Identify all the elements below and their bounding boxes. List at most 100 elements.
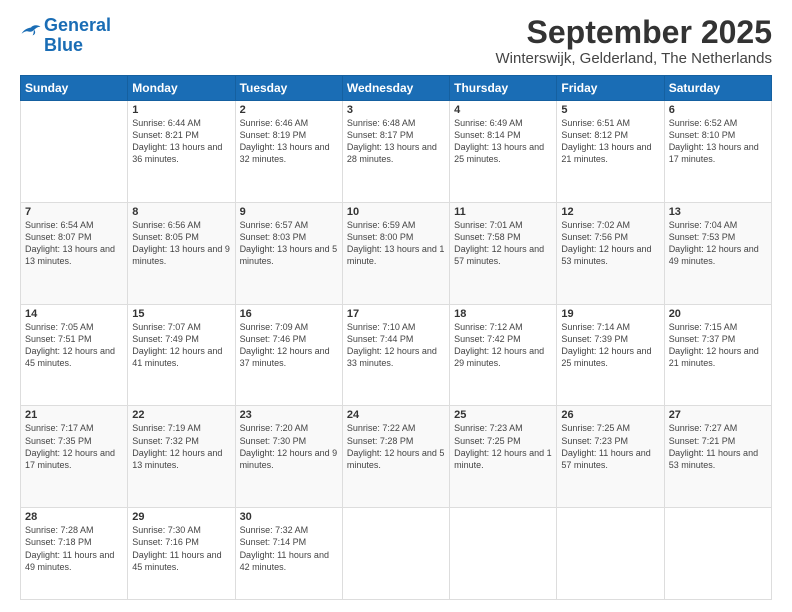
day-info: Sunrise: 6:52 AM Sunset: 8:10 PM Dayligh… (669, 117, 767, 166)
table-row: 20 Sunrise: 7:15 AM Sunset: 7:37 PM Dayl… (664, 304, 771, 406)
col-wednesday: Wednesday (342, 76, 449, 101)
table-row: 24 Sunrise: 7:22 AM Sunset: 7:28 PM Dayl… (342, 406, 449, 508)
table-row: 10 Sunrise: 6:59 AM Sunset: 8:00 PM Dayl… (342, 202, 449, 304)
table-row: 21 Sunrise: 7:17 AM Sunset: 7:35 PM Dayl… (21, 406, 128, 508)
day-info: Sunrise: 7:20 AM Sunset: 7:30 PM Dayligh… (240, 422, 338, 471)
day-number: 30 (240, 511, 338, 523)
table-row: 26 Sunrise: 7:25 AM Sunset: 7:23 PM Dayl… (557, 406, 664, 508)
table-row: 11 Sunrise: 7:01 AM Sunset: 7:58 PM Dayl… (450, 202, 557, 304)
day-number: 4 (454, 104, 552, 116)
day-info: Sunrise: 7:10 AM Sunset: 7:44 PM Dayligh… (347, 321, 445, 370)
logo-line1: General (44, 16, 111, 36)
table-row: 6 Sunrise: 6:52 AM Sunset: 8:10 PM Dayli… (664, 101, 771, 203)
table-row: 5 Sunrise: 6:51 AM Sunset: 8:12 PM Dayli… (557, 101, 664, 203)
location-subtitle: Winterswijk, Gelderland, The Netherlands (495, 50, 772, 67)
day-info: Sunrise: 7:14 AM Sunset: 7:39 PM Dayligh… (561, 321, 659, 370)
table-row: 17 Sunrise: 7:10 AM Sunset: 7:44 PM Dayl… (342, 304, 449, 406)
table-row: 4 Sunrise: 6:49 AM Sunset: 8:14 PM Dayli… (450, 101, 557, 203)
day-info: Sunrise: 7:23 AM Sunset: 7:25 PM Dayligh… (454, 422, 552, 471)
day-number: 28 (25, 511, 123, 523)
day-info: Sunrise: 7:09 AM Sunset: 7:46 PM Dayligh… (240, 321, 338, 370)
day-number: 17 (347, 308, 445, 320)
day-number: 13 (669, 206, 767, 218)
day-info: Sunrise: 7:19 AM Sunset: 7:32 PM Dayligh… (132, 422, 230, 471)
calendar-table: Sunday Monday Tuesday Wednesday Thursday… (20, 75, 772, 600)
calendar-week-row: 21 Sunrise: 7:17 AM Sunset: 7:35 PM Dayl… (21, 406, 772, 508)
day-number: 20 (669, 308, 767, 320)
day-info: Sunrise: 6:44 AM Sunset: 8:21 PM Dayligh… (132, 117, 230, 166)
col-tuesday: Tuesday (235, 76, 342, 101)
day-info: Sunrise: 7:28 AM Sunset: 7:18 PM Dayligh… (25, 524, 123, 573)
day-info: Sunrise: 6:56 AM Sunset: 8:05 PM Dayligh… (132, 219, 230, 268)
day-number: 11 (454, 206, 552, 218)
table-row (664, 508, 771, 600)
day-info: Sunrise: 7:17 AM Sunset: 7:35 PM Dayligh… (25, 422, 123, 471)
table-row: 28 Sunrise: 7:28 AM Sunset: 7:18 PM Dayl… (21, 508, 128, 600)
day-number: 21 (25, 409, 123, 421)
day-info: Sunrise: 6:59 AM Sunset: 8:00 PM Dayligh… (347, 219, 445, 268)
day-number: 12 (561, 206, 659, 218)
day-number: 23 (240, 409, 338, 421)
day-info: Sunrise: 6:54 AM Sunset: 8:07 PM Dayligh… (25, 219, 123, 268)
day-info: Sunrise: 6:49 AM Sunset: 8:14 PM Dayligh… (454, 117, 552, 166)
day-info: Sunrise: 7:05 AM Sunset: 7:51 PM Dayligh… (25, 321, 123, 370)
logo-line2: Blue (44, 36, 111, 56)
day-info: Sunrise: 7:32 AM Sunset: 7:14 PM Dayligh… (240, 524, 338, 573)
col-sunday: Sunday (21, 76, 128, 101)
table-row: 25 Sunrise: 7:23 AM Sunset: 7:25 PM Dayl… (450, 406, 557, 508)
col-monday: Monday (128, 76, 235, 101)
day-number: 9 (240, 206, 338, 218)
table-row: 7 Sunrise: 6:54 AM Sunset: 8:07 PM Dayli… (21, 202, 128, 304)
table-row: 3 Sunrise: 6:48 AM Sunset: 8:17 PM Dayli… (342, 101, 449, 203)
col-thursday: Thursday (450, 76, 557, 101)
calendar-header-row: Sunday Monday Tuesday Wednesday Thursday… (21, 76, 772, 101)
table-row: 14 Sunrise: 7:05 AM Sunset: 7:51 PM Dayl… (21, 304, 128, 406)
day-info: Sunrise: 7:07 AM Sunset: 7:49 PM Dayligh… (132, 321, 230, 370)
day-number: 14 (25, 308, 123, 320)
day-number: 16 (240, 308, 338, 320)
day-info: Sunrise: 7:02 AM Sunset: 7:56 PM Dayligh… (561, 219, 659, 268)
table-row: 19 Sunrise: 7:14 AM Sunset: 7:39 PM Dayl… (557, 304, 664, 406)
logo: General Blue (20, 16, 111, 56)
title-block: September 2025 Winterswijk, Gelderland, … (495, 16, 772, 67)
table-row: 9 Sunrise: 6:57 AM Sunset: 8:03 PM Dayli… (235, 202, 342, 304)
day-number: 15 (132, 308, 230, 320)
table-row (342, 508, 449, 600)
day-number: 8 (132, 206, 230, 218)
day-info: Sunrise: 7:30 AM Sunset: 7:16 PM Dayligh… (132, 524, 230, 573)
table-row: 27 Sunrise: 7:27 AM Sunset: 7:21 PM Dayl… (664, 406, 771, 508)
day-number: 1 (132, 104, 230, 116)
table-row (557, 508, 664, 600)
day-info: Sunrise: 7:15 AM Sunset: 7:37 PM Dayligh… (669, 321, 767, 370)
day-info: Sunrise: 7:01 AM Sunset: 7:58 PM Dayligh… (454, 219, 552, 268)
calendar-week-row: 1 Sunrise: 6:44 AM Sunset: 8:21 PM Dayli… (21, 101, 772, 203)
table-row (450, 508, 557, 600)
day-info: Sunrise: 6:46 AM Sunset: 8:19 PM Dayligh… (240, 117, 338, 166)
day-number: 3 (347, 104, 445, 116)
day-number: 27 (669, 409, 767, 421)
day-info: Sunrise: 7:27 AM Sunset: 7:21 PM Dayligh… (669, 422, 767, 471)
day-number: 24 (347, 409, 445, 421)
calendar-week-row: 14 Sunrise: 7:05 AM Sunset: 7:51 PM Dayl… (21, 304, 772, 406)
month-title: September 2025 (495, 16, 772, 48)
page: General Blue September 2025 Winterswijk,… (0, 0, 792, 612)
calendar-week-row: 7 Sunrise: 6:54 AM Sunset: 8:07 PM Dayli… (21, 202, 772, 304)
table-row: 16 Sunrise: 7:09 AM Sunset: 7:46 PM Dayl… (235, 304, 342, 406)
day-number: 19 (561, 308, 659, 320)
table-row (21, 101, 128, 203)
table-row: 1 Sunrise: 6:44 AM Sunset: 8:21 PM Dayli… (128, 101, 235, 203)
table-row: 22 Sunrise: 7:19 AM Sunset: 7:32 PM Dayl… (128, 406, 235, 508)
day-number: 29 (132, 511, 230, 523)
table-row: 15 Sunrise: 7:07 AM Sunset: 7:49 PM Dayl… (128, 304, 235, 406)
day-info: Sunrise: 7:04 AM Sunset: 7:53 PM Dayligh… (669, 219, 767, 268)
day-info: Sunrise: 7:22 AM Sunset: 7:28 PM Dayligh… (347, 422, 445, 471)
logo-bird-icon (20, 24, 42, 42)
day-number: 26 (561, 409, 659, 421)
day-info: Sunrise: 6:48 AM Sunset: 8:17 PM Dayligh… (347, 117, 445, 166)
day-number: 6 (669, 104, 767, 116)
day-number: 2 (240, 104, 338, 116)
table-row: 12 Sunrise: 7:02 AM Sunset: 7:56 PM Dayl… (557, 202, 664, 304)
day-number: 25 (454, 409, 552, 421)
day-number: 10 (347, 206, 445, 218)
day-info: Sunrise: 6:57 AM Sunset: 8:03 PM Dayligh… (240, 219, 338, 268)
